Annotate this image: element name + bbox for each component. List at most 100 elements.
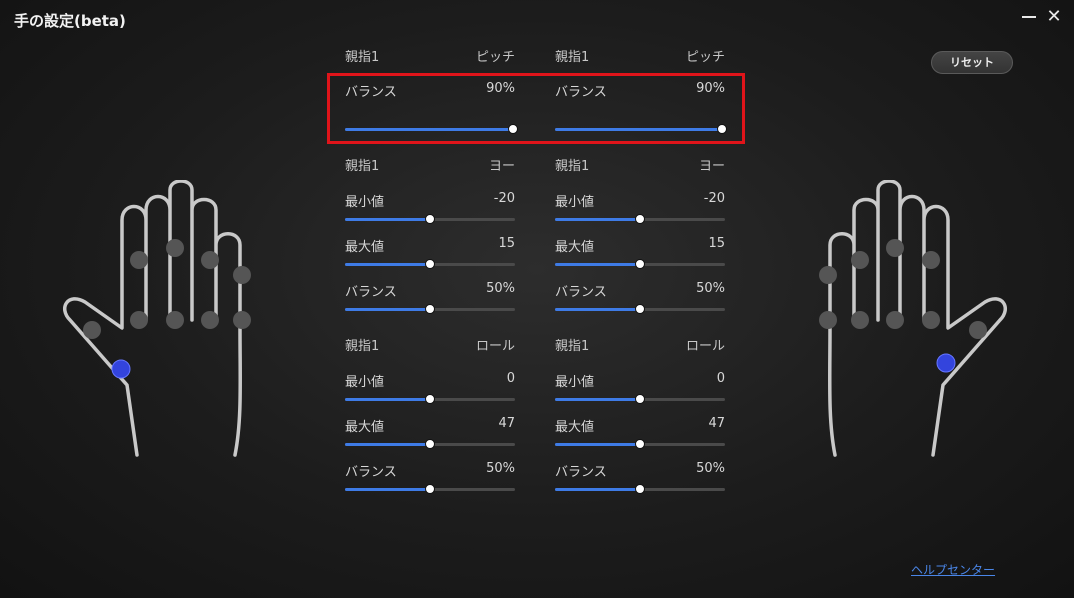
setting-value: 47: [498, 416, 515, 431]
slider-thumb[interactable]: [635, 304, 645, 314]
setting-value: -20: [703, 191, 725, 206]
left-yaw-max-slider[interactable]: [345, 259, 515, 269]
slider-fill: [555, 263, 640, 266]
setting-value: 0: [506, 371, 515, 386]
active-thumb-joint: [111, 359, 131, 379]
right-roll-max-slider[interactable]: [555, 439, 725, 449]
reset-button[interactable]: リセット: [931, 51, 1013, 74]
slider-fill: [345, 308, 430, 311]
joint: [130, 311, 148, 329]
setting-label: 最小値: [555, 195, 595, 210]
slider-fill: [345, 488, 430, 491]
axis-label: ピッチ: [685, 50, 725, 65]
slider-fill: [555, 398, 640, 401]
slider-thumb[interactable]: [425, 214, 435, 224]
setting-value: 47: [708, 416, 725, 431]
slider-thumb[interactable]: [425, 439, 435, 449]
slider-thumb[interactable]: [635, 394, 645, 404]
left-yaw-min-slider[interactable]: [345, 214, 515, 224]
right-hand-joints: [819, 239, 987, 339]
pitch-balance-highlight-box: [327, 73, 745, 144]
setting-label: 最大値: [555, 240, 595, 255]
slider-thumb[interactable]: [425, 304, 435, 314]
setting-value: 0: [716, 371, 725, 386]
left-roll-min-slider[interactable]: [345, 394, 515, 404]
setting-value: 15: [708, 236, 725, 251]
active-thumb-joint: [936, 353, 956, 373]
hand-settings-window: 手の設定(beta) ✕ リセット 親指1 ピッチ バランス 90% 親指1 ヨ…: [0, 0, 1074, 598]
joint: [969, 321, 987, 339]
window-title: 手の設定(beta): [14, 12, 126, 30]
joint: [166, 239, 184, 257]
left-hand-icon: [63, 180, 251, 457]
finger-label: 親指1: [555, 159, 590, 174]
right-yaw-max-slider[interactable]: [555, 259, 725, 269]
left-roll-max-slider[interactable]: [345, 439, 515, 449]
finger-label: 親指1: [345, 339, 380, 354]
finger-label: 親指1: [345, 159, 380, 174]
joint: [83, 321, 101, 339]
close-button[interactable]: ✕: [1043, 6, 1065, 28]
setting-label: 最小値: [345, 195, 385, 210]
slider-fill: [345, 263, 430, 266]
joint: [130, 251, 148, 269]
setting-label: 最小値: [555, 375, 595, 390]
setting-label: バランス: [555, 285, 607, 300]
axis-label: ピッチ: [475, 50, 515, 65]
right-yaw-balance-slider[interactable]: [555, 304, 725, 314]
axis-label: ヨー: [488, 159, 515, 174]
help-center-link[interactable]: ヘルプセンター: [911, 561, 995, 578]
joint: [851, 311, 869, 329]
slider-thumb[interactable]: [635, 259, 645, 269]
left-yaw-balance-slider[interactable]: [345, 304, 515, 314]
setting-label: バランス: [345, 285, 397, 300]
right-hand-icon: [819, 180, 1007, 457]
finger-label: 親指1: [345, 50, 380, 65]
left-roll-balance-slider[interactable]: [345, 484, 515, 494]
joint: [166, 311, 184, 329]
axis-label: ロール: [685, 339, 725, 354]
slider-fill: [345, 443, 430, 446]
finger-label: 親指1: [555, 339, 590, 354]
joint: [819, 266, 837, 284]
slider-fill: [555, 443, 640, 446]
joint: [819, 311, 837, 329]
setting-value: 15: [498, 236, 515, 251]
axis-label: ロール: [475, 339, 515, 354]
right-yaw-min-slider[interactable]: [555, 214, 725, 224]
joint: [922, 251, 940, 269]
setting-value: -20: [493, 191, 515, 206]
slider-thumb[interactable]: [635, 439, 645, 449]
right-roll-min-slider[interactable]: [555, 394, 725, 404]
joint: [201, 251, 219, 269]
slider-thumb[interactable]: [425, 484, 435, 494]
setting-label: 最小値: [345, 375, 385, 390]
slider-fill: [555, 308, 640, 311]
slider-thumb[interactable]: [635, 214, 645, 224]
right-roll-balance-slider[interactable]: [555, 484, 725, 494]
axis-label: ヨー: [698, 159, 725, 174]
setting-label: 最大値: [345, 420, 385, 435]
minimize-button[interactable]: [1018, 6, 1040, 28]
joint: [233, 266, 251, 284]
slider-fill: [345, 218, 430, 221]
setting-label: 最大値: [345, 240, 385, 255]
slider-thumb[interactable]: [635, 484, 645, 494]
slider-thumb[interactable]: [425, 394, 435, 404]
setting-value: 50%: [486, 281, 515, 296]
setting-value: 50%: [696, 281, 725, 296]
joint: [886, 311, 904, 329]
joint: [201, 311, 219, 329]
setting-label: 最大値: [555, 420, 595, 435]
joint: [922, 311, 940, 329]
slider-fill: [345, 398, 430, 401]
slider-thumb[interactable]: [425, 259, 435, 269]
setting-value: 50%: [486, 461, 515, 476]
joint: [851, 251, 869, 269]
setting-label: バランス: [345, 465, 397, 480]
joint: [233, 311, 251, 329]
finger-label: 親指1: [555, 50, 590, 65]
slider-fill: [555, 218, 640, 221]
setting-value: 50%: [696, 461, 725, 476]
left-hand-joints: [83, 239, 251, 339]
